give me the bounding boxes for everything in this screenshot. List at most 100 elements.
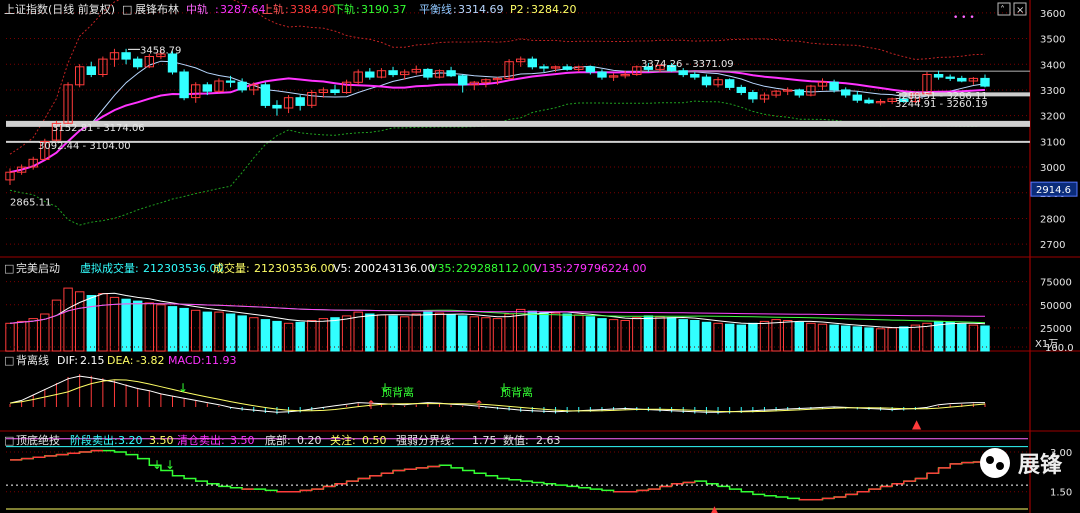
v135-label: V135: [534, 262, 566, 275]
candle-body [678, 70, 688, 76]
stage-sell-value2: 3.50 [149, 434, 174, 447]
volume-y-tick: 50000 [1040, 301, 1072, 312]
volume-bar [748, 322, 758, 352]
y-tick-label: 3000 [1040, 163, 1065, 174]
volume-bar [307, 320, 317, 352]
volume-bar [864, 327, 874, 352]
candle-body [585, 66, 596, 73]
macd-label: MACD: [168, 354, 205, 367]
v5-label: V5: [333, 262, 351, 275]
macd-value: 11.93 [205, 354, 237, 367]
candle-body [701, 76, 712, 86]
candle-body [388, 70, 398, 76]
balance-value: 3314.69 [458, 3, 504, 16]
volume-y-tick: 75000 [1040, 278, 1072, 289]
candle-body [86, 66, 96, 76]
volume-bar [666, 317, 677, 352]
volume-bar [202, 311, 213, 352]
strength-label: 强弱分界线: [396, 433, 455, 447]
panel-box-icon: □ [4, 434, 14, 447]
y-tick-label: 3600 [1040, 9, 1065, 20]
mid-label: 中轨 [186, 2, 208, 16]
ellipsis-icon: • • • [953, 13, 975, 23]
volume-bar [28, 318, 38, 352]
close-icon: × [1016, 5, 1024, 16]
volume-bar [678, 319, 688, 352]
candle-body [458, 75, 468, 86]
chart-canvas: 3600350034003300320031003000290028002700… [0, 0, 1080, 513]
panel1-title: 上证指数(日线 前复权) [4, 2, 115, 16]
volume-bar [504, 313, 514, 352]
colon: : [285, 3, 289, 16]
candle-body [841, 89, 851, 96]
bottom-value: 0.20 [297, 434, 322, 447]
signal-arrow: ↓ [165, 458, 175, 472]
volume-y-tick: 25000 [1040, 324, 1072, 335]
y-tick-label: 3200 [1040, 112, 1065, 123]
candle-body [562, 66, 572, 70]
volume-bar [434, 312, 445, 352]
candle-body [945, 76, 955, 79]
candle-body [237, 81, 247, 91]
annotation-support-1: 3152.81 - 3174.06 [52, 123, 145, 134]
volume-bar [167, 306, 178, 352]
dif-label: DIF: [57, 354, 78, 367]
candle-body [225, 80, 236, 83]
volume-bar [63, 287, 73, 352]
y-tick-label: 3500 [1040, 35, 1065, 46]
volume-bar [121, 298, 131, 352]
volume-bar [620, 320, 630, 352]
volume-bar [632, 317, 642, 352]
candle-body [260, 84, 271, 106]
strength-y-tick: 1.50 [1050, 488, 1072, 499]
panel3-title: 背离线 [16, 353, 49, 367]
indicator-name: 展锋布林 [135, 2, 179, 16]
volume-bar [887, 327, 897, 352]
focus-value: 0.50 [362, 434, 387, 447]
signal-arrow: ↓ [178, 381, 188, 395]
volume-bar [75, 291, 85, 352]
candle-body [179, 71, 189, 99]
v135-value: 279796224.00 [566, 262, 646, 275]
candle-body [794, 89, 804, 96]
dif-line [9, 375, 985, 413]
candle-body [295, 97, 305, 106]
candle-body [748, 92, 758, 100]
dea-label: DEA: [107, 354, 133, 367]
candle-body [527, 58, 537, 68]
volume-bar [260, 319, 271, 352]
volume-bar [144, 302, 155, 352]
volume-bar [875, 328, 886, 352]
volume-bar [214, 311, 224, 352]
volume-bar [109, 296, 120, 352]
volume-bar [550, 312, 561, 352]
watermark-text: 展锋 [1017, 453, 1062, 478]
candle-body [980, 77, 990, 87]
candle-body [539, 66, 549, 69]
volume-bar [585, 316, 596, 352]
v35-value: 229288112.00 [456, 262, 536, 275]
p2-value: 3284.20 [531, 3, 577, 16]
volume-bar [283, 322, 294, 352]
strength-value: 1.75 [472, 434, 497, 447]
watermark: 展锋 [979, 447, 1062, 479]
lower-value: 3190.37 [361, 3, 407, 16]
signal-arrow: ▲ [711, 505, 718, 513]
indicator-box-icon: □ [122, 3, 132, 16]
candle-body [202, 84, 213, 92]
volume-bar [51, 299, 62, 352]
candle-body [597, 71, 607, 78]
clear-sell-label: 清仓卖出: [177, 433, 225, 447]
volume-bar [690, 320, 700, 352]
candle-body [272, 104, 282, 109]
focus-label: 关注: [330, 433, 356, 447]
bottom-label: 底部: [265, 433, 291, 447]
lower-label: 下轨 [333, 2, 355, 16]
candle-body [829, 81, 839, 91]
annotation-low-range: 3244.91 - 3260.19 [895, 99, 988, 110]
dif-value: 2.15 [80, 354, 105, 367]
macd-y-tick: 100.0 [1045, 343, 1074, 354]
balance-label: 平衡线 [419, 2, 452, 16]
mid-value: 3287.64 [220, 3, 266, 16]
y-tick-label: 2800 [1040, 214, 1065, 225]
